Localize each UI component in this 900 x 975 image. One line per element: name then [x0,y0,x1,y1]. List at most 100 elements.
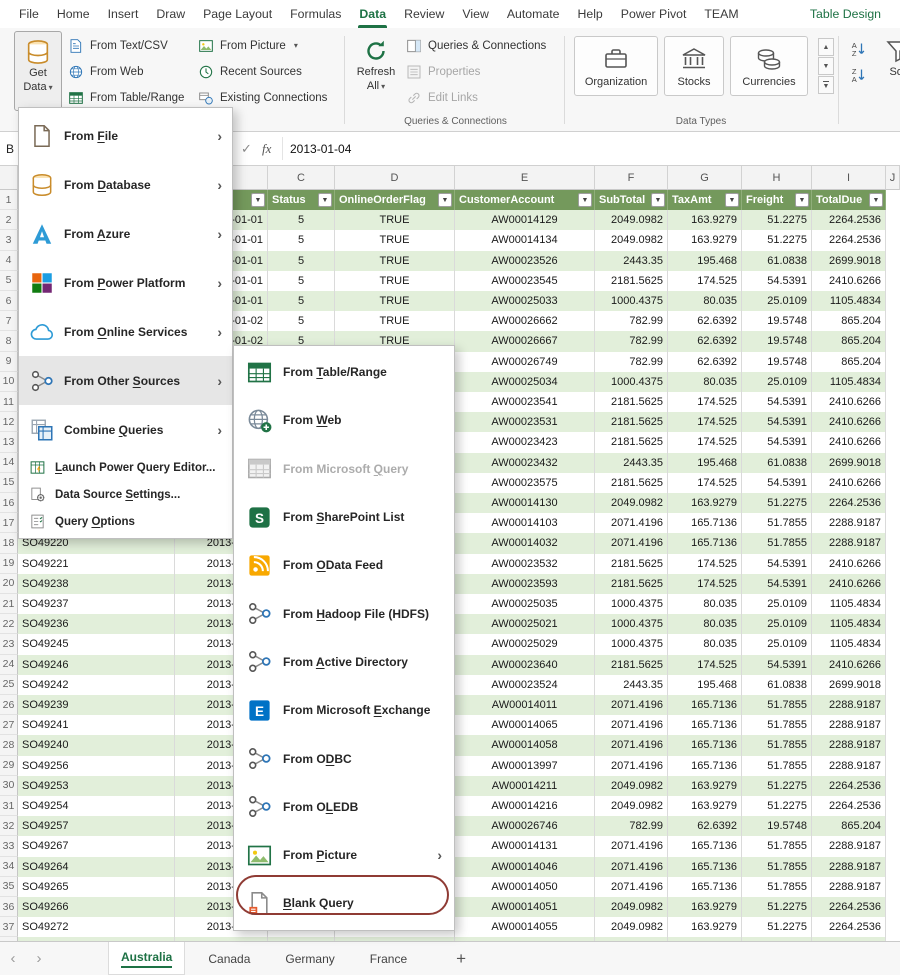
grid-cell[interactable]: SO49246 [18,655,175,675]
grid-cell[interactable]: 195.468 [668,675,742,695]
grid-cell[interactable]: 51.2275 [742,897,812,917]
grid-cell[interactable]: 51.7855 [742,857,812,877]
grid-cell[interactable] [886,715,900,735]
table-header-cell[interactable]: Freight▼ [742,190,812,210]
data-type-organization[interactable]: Organization [574,36,658,96]
grid-cell[interactable]: AW00014103 [455,513,595,533]
table-header-cell[interactable]: OnlineOrderFlag▼ [335,190,455,210]
grid-cell[interactable]: 2288.9187 [812,857,886,877]
grid-cell[interactable]: 51.2275 [742,796,812,816]
grid-cell[interactable]: 165.7136 [668,877,742,897]
row-header[interactable]: 34 [0,857,18,877]
row-header[interactable]: 36 [0,897,18,917]
submenu-item-from-active-directory[interactable]: From Active Directory [234,638,454,686]
column-header-i[interactable]: I [812,166,886,190]
grid-cell[interactable]: AW00025033 [455,291,595,311]
grid-cell[interactable]: AW00014046 [455,857,595,877]
menu-item-launch-power-query-editor[interactable]: Launch Power Query Editor... [19,454,232,481]
grid-cell[interactable]: AW00023545 [455,271,595,291]
grid-cell[interactable]: 2049.0982 [595,796,668,816]
grid-cell[interactable] [886,897,900,917]
grid-cell[interactable]: AW00014051 [455,897,595,917]
grid-cell[interactable]: 5 [268,251,335,271]
table-header-cell[interactable]: CustomerAccount▼ [455,190,595,210]
menu-item-from-file[interactable]: From File› [19,111,232,160]
grid-cell[interactable]: 165.7136 [668,857,742,877]
row-header[interactable]: 4 [0,251,18,271]
grid-cell[interactable]: 165.7136 [668,836,742,856]
grid-cell[interactable]: 174.525 [668,574,742,594]
grid-cell[interactable]: 61.0838 [742,675,812,695]
grid-cell[interactable]: AW00013997 [455,756,595,776]
grid-cell[interactable]: SO49240 [18,735,175,755]
row-header[interactable]: 27 [0,715,18,735]
grid-cell[interactable]: 865.204 [812,331,886,351]
row-header[interactable]: 35 [0,877,18,897]
grid-cell[interactable]: 2264.2536 [812,210,886,230]
grid-cell[interactable]: 2071.4196 [595,877,668,897]
row-header[interactable]: 17 [0,513,18,533]
grid-cell[interactable]: 2181.5625 [595,655,668,675]
row-header[interactable]: 14 [0,453,18,473]
grid-cell[interactable]: 2410.6266 [812,554,886,574]
grid-cell[interactable]: 2410.6266 [812,432,886,452]
filter-button[interactable]: ▼ [251,193,265,207]
grid-cell[interactable]: 165.7136 [668,756,742,776]
grid-cell[interactable]: 2410.6266 [812,412,886,432]
sheet-tab-germany[interactable]: Germany [273,942,346,975]
row-header[interactable]: 11 [0,392,18,412]
filter-button[interactable]: ▼ [795,193,809,207]
grid-cell[interactable] [886,877,900,897]
row-header[interactable]: 33 [0,836,18,856]
grid-cell[interactable]: 2071.4196 [595,857,668,877]
grid-cell[interactable]: 2699.9018 [812,453,886,473]
row-header[interactable]: 26 [0,695,18,715]
row-header[interactable]: 2 [0,210,18,230]
grid-cell[interactable]: 54.5391 [742,271,812,291]
grid-cell[interactable]: 2410.6266 [812,271,886,291]
grid-cell[interactable]: 165.7136 [668,513,742,533]
grid-cell[interactable]: 2049.0982 [595,493,668,513]
grid-cell[interactable]: 25.0109 [742,614,812,634]
grid-cell[interactable]: 174.525 [668,392,742,412]
grid-cell[interactable]: AW00025029 [455,634,595,654]
submenu-item-from-picture[interactable]: From Picture› [234,831,454,879]
grid-cell[interactable] [886,574,900,594]
row-header[interactable]: 28 [0,735,18,755]
grid-cell[interactable]: 2264.2536 [812,917,886,937]
grid-cell[interactable]: 782.99 [595,816,668,836]
grid-cell[interactable]: SO49239 [18,695,175,715]
sheet-tab-australia[interactable]: Australia [108,942,185,975]
grid-cell[interactable] [886,776,900,796]
grid-cell[interactable]: 195.468 [668,251,742,271]
row-header[interactable]: 31 [0,796,18,816]
filter-button[interactable]: ▼ [318,193,332,207]
grid-cell[interactable]: SO49238 [18,574,175,594]
insert-function-fx-icon[interactable]: fx [262,132,271,165]
grid-cell[interactable]: AW00026667 [455,331,595,351]
grid-cell[interactable]: 163.9279 [668,493,742,513]
grid-cell[interactable]: 2181.5625 [595,473,668,493]
sort-button[interactable]: Sor [874,31,900,111]
filter-button[interactable]: ▼ [869,193,883,207]
grid-cell[interactable]: 62.6392 [668,311,742,331]
sheet-nav-next-icon[interactable]: › [26,942,52,975]
grid-cell[interactable]: 19.5748 [742,352,812,372]
grid-cell[interactable]: 2410.6266 [812,655,886,675]
grid-cell[interactable]: 54.5391 [742,655,812,675]
grid-cell[interactable]: AW00023532 [455,554,595,574]
grid-cell[interactable]: 163.9279 [668,776,742,796]
menu-item-from-azure[interactable]: From Azure› [19,209,232,258]
grid-cell[interactable]: 80.035 [668,372,742,392]
table-header-cell[interactable]: Status▼ [268,190,335,210]
grid-cell[interactable]: 2181.5625 [595,271,668,291]
submenu-item-from-web[interactable]: From Web [234,396,454,444]
submenu-item-from-hadoop-file-hdfs[interactable]: From Hadoop File (HDFS) [234,589,454,637]
grid-cell[interactable]: 54.5391 [742,432,812,452]
from-text-csv-button[interactable]: From Text/CSV [64,35,188,56]
menu-item-from-power-platform[interactable]: From Power Platform› [19,258,232,307]
row-header[interactable]: 6 [0,291,18,311]
row-header[interactable]: 12 [0,412,18,432]
grid-cell[interactable] [886,594,900,614]
sort-ascending-button[interactable]: AZ [846,37,869,60]
